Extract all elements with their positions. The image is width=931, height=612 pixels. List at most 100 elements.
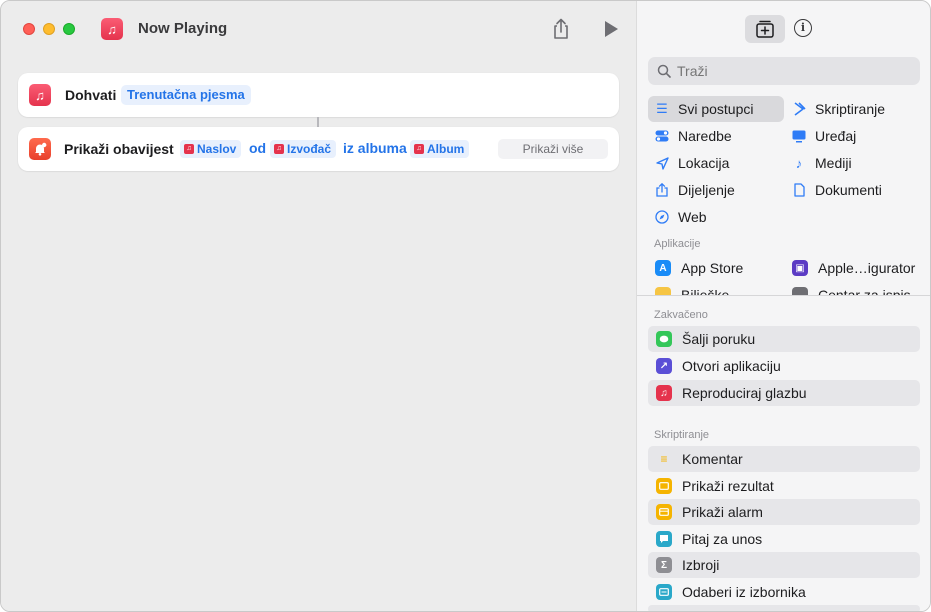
music-note-icon: ♫ bbox=[101, 18, 123, 40]
app-item-apple-configurator[interactable]: ▣ Apple…igurator bbox=[792, 256, 915, 280]
search-icon bbox=[657, 64, 671, 78]
run-shortcut-button[interactable] bbox=[605, 21, 618, 37]
share-icon bbox=[654, 182, 670, 198]
action-label: Otvori aplikaciju bbox=[682, 358, 781, 374]
alert-icon bbox=[656, 504, 672, 520]
ask-input-icon bbox=[656, 531, 672, 547]
app-item-print-center[interactable]: Centar za ispis bbox=[792, 283, 911, 295]
scripting-icon bbox=[791, 101, 807, 117]
apps-overflow-clip: Bilješke Centar za ispis bbox=[637, 283, 930, 295]
share-icon bbox=[554, 18, 568, 39]
menu-icon bbox=[656, 584, 672, 600]
category-label: Mediji bbox=[815, 155, 852, 171]
pinned-action-open-app[interactable]: ↗ Otvori aplikaciju bbox=[648, 353, 920, 379]
action-name: Dohvati bbox=[65, 87, 117, 103]
compass-icon bbox=[654, 209, 670, 225]
action-label: Šalji poruku bbox=[682, 331, 756, 347]
category-web[interactable]: Web bbox=[648, 204, 784, 230]
action-label: Prikaži alarm bbox=[682, 504, 763, 520]
music-note-icon: ♫ bbox=[29, 84, 51, 106]
action-label: Pitaj za unos bbox=[682, 531, 763, 547]
action-get-current-song[interactable]: ♫ Dohvati Trenutačna pjesma bbox=[18, 73, 619, 117]
suggested-actions-panel: Zakvačeno Šalji poruku ↗ Otvori aplikaci… bbox=[637, 296, 930, 611]
scripting-action-show-alert[interactable]: Prikaži alarm bbox=[648, 499, 920, 525]
action-show-notification[interactable]: Prikaži obavijest ♫ Naslov od ♫ Izvođač … bbox=[18, 127, 619, 171]
scripting-action-ask-for-input[interactable]: Pitaj za unos bbox=[648, 526, 920, 552]
variable-title-token[interactable]: ♫ Naslov bbox=[180, 140, 242, 158]
category-device[interactable]: Uređaj bbox=[785, 123, 925, 149]
category-media[interactable]: ♪ Mediji bbox=[785, 150, 925, 176]
variable-label: Naslov bbox=[197, 142, 237, 156]
app-label: Apple…igurator bbox=[818, 260, 916, 276]
category-label: Web bbox=[678, 209, 707, 225]
toggle-icon bbox=[654, 128, 670, 144]
search-field[interactable] bbox=[648, 57, 920, 85]
variable-album-token[interactable]: ♫ Album bbox=[410, 140, 470, 158]
action-name: Prikaži obavijest bbox=[64, 141, 174, 157]
action-library-sidebar: i ☰ Svi postupci Skriptiranje Naredbe bbox=[636, 1, 930, 611]
library-add-icon bbox=[756, 20, 774, 38]
info-icon[interactable]: i bbox=[794, 19, 812, 37]
app-store-icon: A bbox=[655, 260, 671, 276]
category-label: Dijeljenje bbox=[678, 182, 735, 198]
window-title: Now Playing bbox=[138, 20, 228, 37]
word-from-album: iz albuma bbox=[343, 140, 407, 156]
minimize-window-button[interactable] bbox=[43, 23, 55, 35]
count-icon: Σ bbox=[656, 557, 672, 573]
printer-icon bbox=[792, 287, 808, 295]
music-icon: ♫ bbox=[656, 385, 672, 401]
apple-configurator-icon: ▣ bbox=[792, 260, 808, 276]
notes-icon bbox=[655, 287, 671, 295]
show-more-button[interactable]: Prikaži više bbox=[498, 139, 608, 159]
scripting-action-next[interactable] bbox=[648, 605, 920, 611]
display-icon bbox=[791, 128, 807, 144]
action-label: Prikaži rezultat bbox=[682, 478, 774, 494]
app-label: Centar za ispis bbox=[818, 287, 911, 295]
app-item-notes[interactable]: Bilješke bbox=[655, 283, 729, 295]
pinned-action-play-music[interactable]: ♫ Reproduciraj glazbu bbox=[648, 380, 920, 406]
pinned-action-send-message[interactable]: Šalji poruku bbox=[648, 326, 920, 352]
scripting-action-comment[interactable]: ≡ Komentar bbox=[648, 446, 920, 472]
app-label: Bilješke bbox=[681, 287, 730, 295]
action-label: Komentar bbox=[682, 451, 743, 467]
comment-icon: ≡ bbox=[660, 452, 668, 466]
music-note-icon: ♫ bbox=[184, 144, 194, 154]
word-from: od bbox=[249, 140, 267, 156]
variable-artist-token[interactable]: ♫ Izvođač bbox=[270, 140, 337, 158]
category-location[interactable]: Lokacija bbox=[648, 150, 784, 176]
category-label: Lokacija bbox=[678, 155, 730, 171]
music-note-icon: ♪ bbox=[795, 155, 803, 171]
title-bar: ♫ Now Playing bbox=[1, 1, 636, 57]
scripting-action-choose-from-menu[interactable]: Odaberi iz izbornika bbox=[648, 579, 920, 605]
section-pinned-label: Zakvačeno bbox=[654, 309, 708, 321]
scripting-action-count[interactable]: Σ Izbroji bbox=[648, 552, 920, 578]
section-apps-label: Aplikacije bbox=[654, 238, 701, 250]
section-scripting-label: Skriptiranje bbox=[654, 429, 710, 441]
category-controls[interactable]: Naredbe bbox=[648, 123, 784, 149]
category-sharing[interactable]: Dijeljenje bbox=[648, 177, 784, 203]
list-icon: ☰ bbox=[656, 101, 668, 116]
share-button[interactable] bbox=[551, 18, 571, 40]
action-label: Reproduciraj glazbu bbox=[682, 385, 807, 401]
category-label: Dokumenti bbox=[815, 182, 882, 198]
shortcuts-window: ♫ Now Playing ♫ Dohvati Trenutačna pjesm… bbox=[0, 0, 931, 612]
category-all-actions[interactable]: ☰ Svi postupci bbox=[648, 96, 784, 122]
zoom-window-button[interactable] bbox=[63, 23, 75, 35]
notification-bell-icon bbox=[29, 138, 51, 160]
action-label: Odaberi iz izbornika bbox=[682, 584, 806, 600]
music-note-icon: ♫ bbox=[414, 144, 424, 154]
param-current-song[interactable]: Trenutačna pjesma bbox=[121, 85, 251, 105]
category-label: Svi postupci bbox=[678, 101, 754, 117]
close-window-button[interactable] bbox=[23, 23, 35, 35]
show-result-icon bbox=[656, 478, 672, 494]
music-note-icon: ♫ bbox=[274, 144, 284, 154]
messages-icon bbox=[656, 331, 672, 347]
document-icon bbox=[791, 182, 807, 198]
action-library-tab[interactable] bbox=[745, 15, 785, 43]
scripting-action-show-result[interactable]: Prikaži rezultat bbox=[648, 473, 920, 499]
category-scripting[interactable]: Skriptiranje bbox=[785, 96, 925, 122]
category-documents[interactable]: Dokumenti bbox=[785, 177, 925, 203]
category-label: Naredbe bbox=[678, 128, 732, 144]
search-input[interactable] bbox=[677, 63, 907, 79]
app-item-app-store[interactable]: A App Store bbox=[655, 256, 743, 280]
